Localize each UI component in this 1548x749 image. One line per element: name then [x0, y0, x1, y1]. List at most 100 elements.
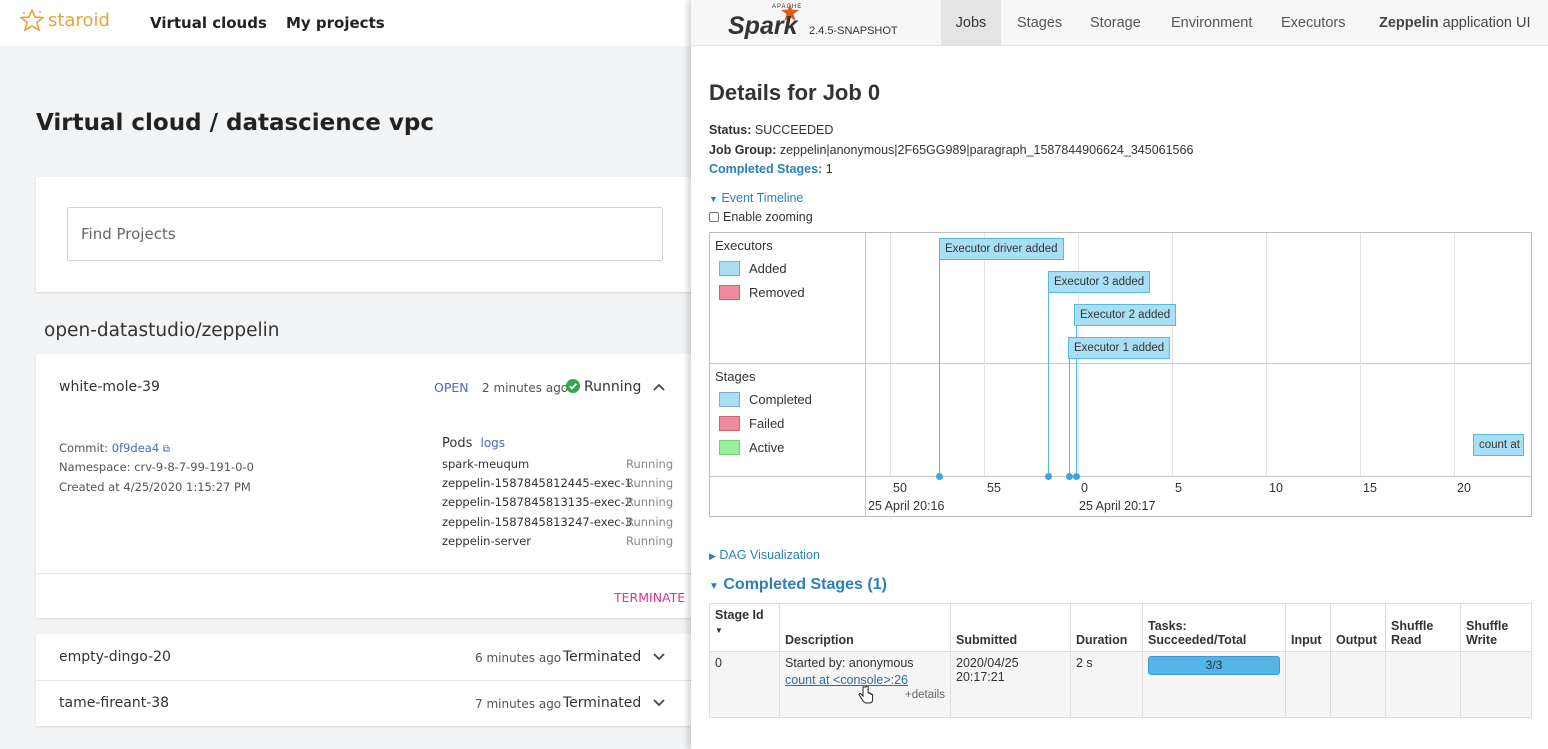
chevron-down-icon[interactable] — [653, 699, 665, 707]
grid-line — [1360, 233, 1361, 476]
project-status: Terminated — [563, 695, 642, 711]
pod-name: spark-meuqum — [442, 457, 530, 471]
cell-input — [1285, 651, 1331, 718]
completed-stages-table: Stage Id ▼ Description Submitted Duration… — [709, 603, 1532, 718]
terminate-button[interactable]: TERMINATE — [614, 590, 685, 605]
commit-label: Commit: — [59, 441, 109, 455]
event-line — [939, 259, 940, 477]
event-line — [1069, 359, 1070, 477]
pod-name: zeppelin-1587845813247-exec-3 — [442, 515, 633, 529]
col-submitted[interactable]: Submitted — [950, 603, 1071, 652]
failed-label: Failed — [749, 416, 785, 431]
status-value: SUCCEEDED — [754, 123, 834, 137]
project-group-title: open-datastudio/zeppelin — [44, 320, 280, 341]
event-executor-driver-added[interactable]: Executor driver added — [939, 238, 1064, 260]
stage-link[interactable]: count at <console>:26 — [785, 673, 945, 687]
staroid-panel: staroid Virtual clouds My projects Virtu… — [0, 0, 700, 749]
commit-link[interactable]: 0f9dea4 — [112, 441, 159, 455]
tab-executors[interactable]: Executors — [1281, 0, 1345, 46]
project-row-empty-dingo-20[interactable]: empty-dingo-20 6 minutes ago Terminated — [36, 634, 700, 680]
open-link[interactable]: OPEN — [434, 380, 469, 395]
col-shuffle-write[interactable]: Shuffle Write — [1460, 603, 1532, 652]
added-label: Added — [749, 261, 787, 276]
project-name[interactable]: white-mole-39 — [59, 379, 160, 395]
cell-description: Started by: anonymous count at <console>… — [779, 651, 951, 718]
logs-link[interactable]: logs — [481, 436, 506, 450]
caret-right-icon: ▶ — [709, 551, 716, 561]
pods-header: Pods logs — [442, 436, 505, 451]
project-list-collapsed: empty-dingo-20 6 minutes ago Terminated … — [36, 634, 700, 726]
pod-row: zeppelin-1587845812445-exec-1 Running — [442, 476, 674, 490]
namespace: Namespace: crv-9-8-7-99-191-0-0 — [59, 460, 254, 474]
grid-line — [890, 233, 891, 476]
nav-virtual-clouds[interactable]: Virtual clouds — [150, 14, 267, 32]
event-executor-2-added[interactable]: Executor 2 added — [1074, 304, 1177, 326]
brand-name: staroid — [48, 9, 110, 31]
submitted-date: 2020/04/25 — [956, 656, 1019, 670]
caret-down-icon: ▼ — [709, 194, 718, 204]
chevron-down-icon[interactable] — [653, 653, 665, 661]
desc-started-by: Started by: anonymous — [785, 656, 914, 670]
axis-date: 25 April 20:16 — [868, 499, 945, 513]
pod-name: zeppelin-1587845813135-exec-2 — [442, 495, 633, 509]
pod-name: zeppelin-1587845812445-exec-1 — [442, 476, 633, 490]
grid-line — [1454, 233, 1455, 476]
spark-logo-text: Spark — [728, 12, 798, 40]
stages-label: Stages — [715, 369, 756, 384]
completed-stages-link[interactable]: Completed Stages: — [709, 162, 822, 176]
submitted-time: 20:17:21 — [956, 670, 1005, 684]
page-title: Virtual cloud / datascience vpc — [36, 110, 434, 136]
pod-status: Running — [626, 476, 674, 490]
nav-my-projects[interactable]: My projects — [286, 14, 385, 32]
enable-zooming: Enable zooming — [709, 210, 813, 224]
completed-stages-header[interactable]: ▼ Completed Stages (1) — [709, 576, 887, 594]
pod-row: zeppelin-server Running — [442, 534, 673, 548]
grid-line — [1266, 233, 1267, 476]
tab-environment[interactable]: Environment — [1171, 0, 1252, 46]
zoom-checkbox[interactable] — [709, 212, 719, 222]
axis-tick: 50 — [893, 481, 907, 495]
executors-label: Executors — [715, 238, 773, 253]
col-input[interactable]: Input — [1285, 603, 1331, 652]
axis-tick: 10 — [1269, 481, 1283, 495]
check-circle-icon — [566, 379, 580, 393]
col-stage-id[interactable]: Stage Id ▼ — [709, 603, 780, 652]
timeline-axis-line — [710, 476, 1531, 477]
col-tasks[interactable]: Tasks: Succeeded/Total — [1142, 603, 1286, 652]
tab-storage[interactable]: Storage — [1090, 0, 1141, 46]
pod-status: Running — [626, 515, 674, 529]
tab-stages[interactable]: Stages — [1017, 0, 1062, 46]
dag-visualization-toggle[interactable]: ▶ DAG Visualization — [709, 548, 820, 562]
col-output[interactable]: Output — [1330, 603, 1386, 652]
grid-line — [984, 233, 985, 476]
event-executor-3-added[interactable]: Executor 3 added — [1048, 271, 1151, 293]
stage-event-count[interactable]: count at — [1473, 434, 1524, 456]
project-time: 6 minutes ago — [475, 651, 562, 665]
pod-name: zeppelin-server — [442, 534, 532, 548]
top-nav: staroid Virtual clouds My projects — [0, 0, 700, 46]
dag-label: DAG Visualization — [719, 548, 820, 562]
col-shuffle-read[interactable]: Shuffle Read — [1385, 603, 1461, 652]
project-status: Terminated — [563, 649, 642, 665]
caret-down-icon: ▼ — [709, 581, 719, 592]
project-row-tame-fireant-38[interactable]: tame-fireant-38 7 minutes ago Terminated — [36, 681, 700, 726]
tab-jobs[interactable]: Jobs — [941, 0, 1001, 46]
staroid-logo[interactable]: staroid — [20, 9, 110, 31]
event-dot — [1066, 473, 1073, 480]
active-swatch — [719, 440, 740, 455]
cell-output — [1330, 651, 1386, 718]
col-duration[interactable]: Duration — [1070, 603, 1143, 652]
card-divider — [36, 573, 700, 574]
zoom-label: Enable zooming — [723, 210, 813, 224]
event-executor-1-added[interactable]: Executor 1 added — [1068, 337, 1171, 359]
external-link-icon[interactable]: ⧉ — [163, 444, 170, 455]
col-description[interactable]: Description — [779, 603, 951, 652]
spark-version: 2.4.5-SNAPSHOT — [809, 25, 898, 37]
event-timeline: Executors Added Removed Stages Completed… — [709, 232, 1532, 517]
event-timeline-toggle[interactable]: ▼ Event Timeline — [709, 191, 803, 205]
cell-tasks: 3/3 — [1142, 651, 1286, 718]
timeline-label-divider — [865, 233, 866, 516]
star-logo-icon — [20, 9, 44, 31]
chevron-up-icon[interactable] — [653, 383, 665, 391]
search-input[interactable] — [67, 207, 663, 261]
